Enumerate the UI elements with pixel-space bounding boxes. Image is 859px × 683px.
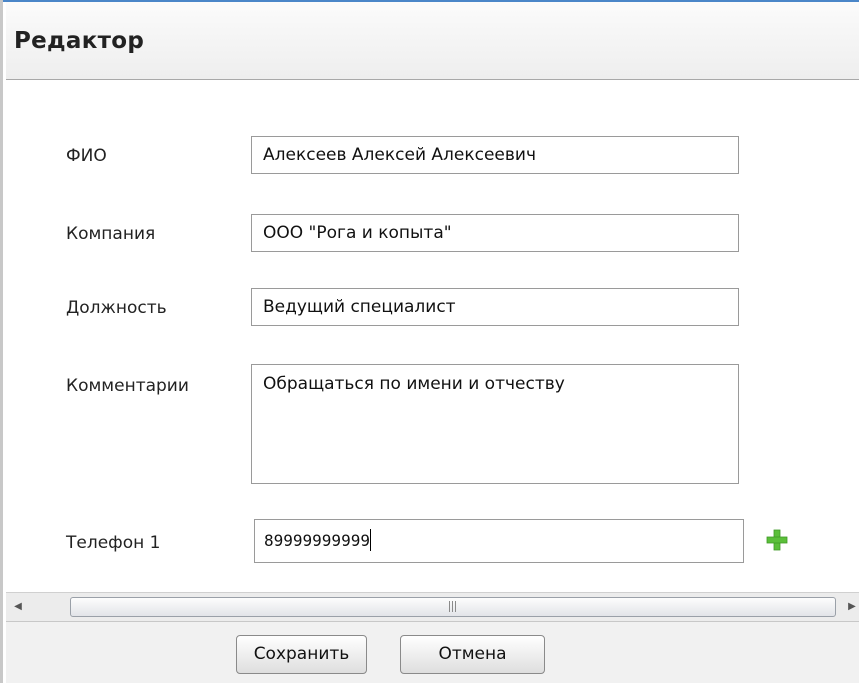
scroll-thumb[interactable] (70, 597, 836, 617)
scroll-left-arrow-icon[interactable]: ◀ (11, 599, 25, 615)
company-field[interactable]: ООО "Рога и копыта" (251, 214, 739, 252)
phone1-label: Телефон 1 (66, 533, 161, 553)
comments-label: Комментарии (66, 376, 189, 396)
horizontal-scrollbar[interactable]: ◀ ▶ (6, 592, 859, 621)
window-title: Редактор (14, 28, 145, 54)
position-label: Должность (66, 298, 167, 318)
window-header: Редактор (6, 2, 859, 80)
footer-bar: Сохранить Отмена (6, 621, 859, 683)
plus-icon[interactable] (766, 529, 788, 551)
phone1-value: 89999999999 (264, 531, 370, 550)
text-caret (369, 529, 371, 551)
fio-field[interactable]: Алексеев Алексей Алексеевич (251, 136, 739, 174)
position-field[interactable]: Ведущий специалист (251, 288, 739, 326)
save-button[interactable]: Сохранить (236, 635, 367, 674)
editor-window: Редактор ФИО Алексеев Алексей Алексеевич… (0, 0, 859, 683)
fio-label: ФИО (66, 146, 107, 166)
comments-textarea[interactable]: Обращаться по имени и отчеству (251, 364, 739, 484)
scroll-right-arrow-icon[interactable]: ▶ (845, 599, 859, 615)
phone1-field[interactable]: 89999999999 (254, 519, 744, 563)
scroll-grip-icon (449, 601, 457, 612)
cancel-button[interactable]: Отмена (400, 635, 545, 674)
company-label: Компания (66, 224, 156, 244)
